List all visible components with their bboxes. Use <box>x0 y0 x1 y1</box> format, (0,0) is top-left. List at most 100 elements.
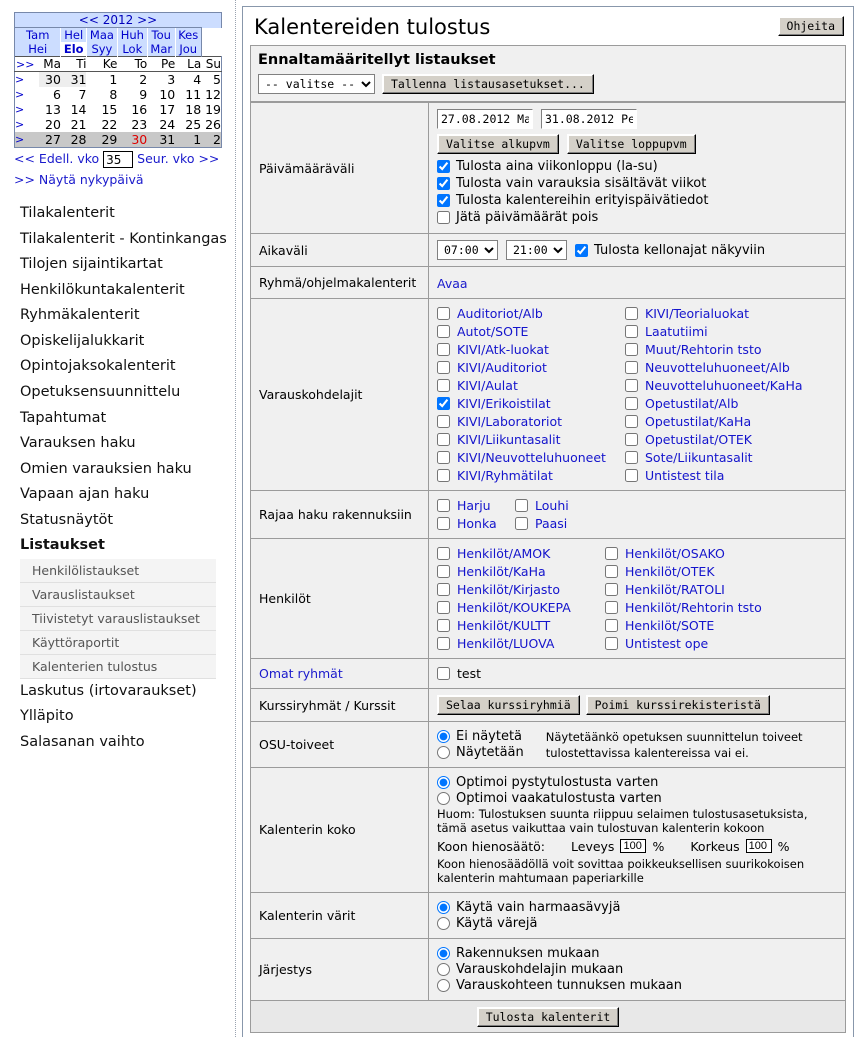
person-checkbox[interactable] <box>437 583 450 596</box>
day-cell[interactable]: 1 <box>175 132 202 148</box>
day-cell[interactable]: 25 <box>175 117 202 132</box>
owngroup-item[interactable]: test <box>437 665 837 682</box>
sidebar-item-ryhmakalenterit[interactable]: Ryhmäkalenterit <box>20 303 235 329</box>
person-label[interactable]: Henkilöt/OTEK <box>625 564 715 579</box>
checkbox-show-times[interactable]: Tulosta kellonajat näkyviin <box>575 243 765 258</box>
person-label[interactable]: Henkilöt/SOTE <box>625 618 714 633</box>
day-cell[interactable]: 15 <box>86 102 118 117</box>
person-label[interactable]: Henkilöt/KOUKEPA <box>457 600 571 615</box>
resource-type-checkbox[interactable] <box>437 379 450 392</box>
resource-type-item[interactable]: Muut/Rehtorin tsto <box>625 341 837 358</box>
person-checkbox[interactable] <box>605 547 618 560</box>
height-input[interactable] <box>745 839 772 854</box>
resource-type-label[interactable]: KIVI/Erikoistilat <box>457 396 551 411</box>
sidebar-item-varauksen-haku[interactable]: Varauksen haku <box>20 431 235 457</box>
checkbox-only-booked-weeks[interactable]: Tulosta vain varauksia sisältävät viikot <box>437 176 837 191</box>
resource-type-item[interactable]: Opetustilat/KaHa <box>625 413 837 430</box>
person-checkbox[interactable] <box>605 619 618 632</box>
month-maa[interactable]: Maa <box>85 27 118 42</box>
person-checkbox[interactable] <box>605 601 618 614</box>
person-item[interactable]: Henkilöt/LUOVA <box>437 635 597 652</box>
person-item[interactable]: Henkilöt/OTEK <box>605 563 837 580</box>
resource-type-label[interactable]: KIVI/Atk-luokat <box>457 342 549 357</box>
resource-type-item[interactable]: Untistest tila <box>625 467 837 484</box>
day-cell[interactable]: 10 <box>147 87 176 102</box>
person-item[interactable]: Untistest ope <box>605 635 837 652</box>
day-cell[interactable]: 18 <box>175 102 202 117</box>
day-cell[interactable]: 28 <box>60 132 87 148</box>
sidebar-item-listaukset[interactable]: Listaukset <box>20 533 235 559</box>
resource-type-label[interactable]: KIVI/Neuvotteluhuoneet <box>457 450 606 465</box>
resource-type-label[interactable]: Opetustilat/Alb <box>645 396 738 411</box>
resource-type-item[interactable]: Sote/Liikuntasalit <box>625 449 837 466</box>
resource-type-label[interactable]: KIVI/Teorialuokat <box>645 306 749 321</box>
print-calendars-button[interactable]: Tulosta kalenterit <box>476 1006 620 1027</box>
calsize-option-landscape[interactable]: Optimoi vaakatulostusta varten <box>437 791 837 806</box>
sidebar-item-omien-varauksien-haku[interactable]: Omien varauksien haku <box>20 457 235 483</box>
sidebar-item-salasanan-vaihto[interactable]: Salasanan vaihto <box>20 730 235 756</box>
person-checkbox[interactable] <box>605 583 618 596</box>
resource-type-checkbox[interactable] <box>625 343 638 356</box>
building-item[interactable]: Louhi <box>515 497 837 514</box>
person-item[interactable]: Henkilöt/Kirjasto <box>437 581 597 598</box>
day-cell[interactable]: 24 <box>147 117 176 132</box>
week-number-input[interactable] <box>103 151 134 168</box>
resource-type-label[interactable]: Laatutiimi <box>645 324 708 339</box>
resource-type-checkbox[interactable] <box>625 379 638 392</box>
person-item[interactable]: Henkilöt/RATOLI <box>605 581 837 598</box>
day-cell[interactable]: 20 <box>39 117 61 132</box>
resource-type-item[interactable]: KIVI/Aulat <box>437 377 617 394</box>
resource-type-checkbox[interactable] <box>437 469 450 482</box>
sidebar-item-henkilolistaukset[interactable]: Henkilölistaukset <box>20 558 216 583</box>
resource-type-item[interactable]: Opetustilat/OTEK <box>625 431 837 448</box>
order-option-building[interactable]: Rakennuksen mukaan <box>437 946 837 961</box>
week-link[interactable]: > <box>14 117 40 132</box>
day-cell[interactable]: 26 <box>201 117 223 132</box>
resource-type-checkbox[interactable] <box>625 433 638 446</box>
resource-type-checkbox[interactable] <box>437 343 450 356</box>
sidebar-item-opiskelijalukkarit[interactable]: Opiskelijalukkarit <box>20 329 235 355</box>
day-cell[interactable]: 31 <box>60 71 87 87</box>
colors-color-radio[interactable] <box>437 916 450 930</box>
day-cell[interactable]: 16 <box>117 102 148 117</box>
day-cell[interactable]: 11 <box>175 87 202 102</box>
special-days-checkbox[interactable] <box>437 194 450 207</box>
day-cell[interactable]: 23 <box>117 117 148 132</box>
osu-show-radio[interactable] <box>437 746 450 759</box>
resource-type-item[interactable]: KIVI/Liikuntasalit <box>437 431 617 448</box>
person-item[interactable]: Henkilöt/Rehtorin tsto <box>605 599 837 616</box>
omit-dates-checkbox[interactable] <box>437 211 450 224</box>
person-label[interactable]: Henkilöt/OSAKO <box>625 546 725 561</box>
resource-type-label[interactable]: Autot/SOTE <box>457 324 528 339</box>
pick-start-date-button[interactable]: Valitse alkupvm <box>437 134 559 154</box>
day-cell[interactable]: 29 <box>86 132 118 148</box>
sidebar-item-tiivistetyt-varauslistaukset[interactable]: Tiivistetyt varauslistaukset <box>20 606 216 631</box>
person-label[interactable]: Henkilöt/AMOK <box>457 546 550 561</box>
sidebar-item-tilojen-sijaintikartat[interactable]: Tilojen sijaintikartat <box>20 252 235 278</box>
next-week-link[interactable]: Seur. vko >> <box>137 151 219 166</box>
person-checkbox[interactable] <box>437 619 450 632</box>
week-link[interactable]: > <box>14 132 40 148</box>
month-lok[interactable]: Lok <box>116 42 148 57</box>
end-date-input[interactable] <box>541 109 637 129</box>
sidebar-item-kayttoraportit[interactable]: Käyttöraportit <box>20 630 216 655</box>
pick-from-courseregistry-button[interactable]: Poimi kurssirekisteristä <box>585 695 770 715</box>
sidebar-item-statusnaytot[interactable]: Statusnäytöt <box>20 508 235 534</box>
owngroups-link[interactable]: Omat ryhmät <box>259 666 343 681</box>
person-checkbox[interactable] <box>605 565 618 578</box>
building-label[interactable]: Paasi <box>535 516 567 531</box>
calsize-option-portrait[interactable]: Optimoi pystytulostusta varten <box>437 775 837 790</box>
day-cell[interactable]: 19 <box>201 102 223 117</box>
building-checkbox[interactable] <box>437 499 450 512</box>
resource-type-label[interactable]: Untistest tila <box>645 468 724 483</box>
person-item[interactable]: Henkilöt/OSAKO <box>605 545 837 562</box>
month-tam[interactable]: Tam <box>13 27 61 42</box>
resource-type-checkbox[interactable] <box>437 451 450 464</box>
month-mar[interactable]: Mar <box>146 42 176 57</box>
building-checkbox[interactable] <box>515 517 528 530</box>
person-item[interactable]: Henkilöt/AMOK <box>437 545 597 562</box>
resource-type-item[interactable]: Neuvotteluhuoneet/Alb <box>625 359 837 376</box>
resource-type-item[interactable]: KIVI/Auditoriot <box>437 359 617 376</box>
person-item[interactable]: Henkilöt/SOTE <box>605 617 837 634</box>
pick-end-date-button[interactable]: Valitse loppupvm <box>566 134 696 154</box>
